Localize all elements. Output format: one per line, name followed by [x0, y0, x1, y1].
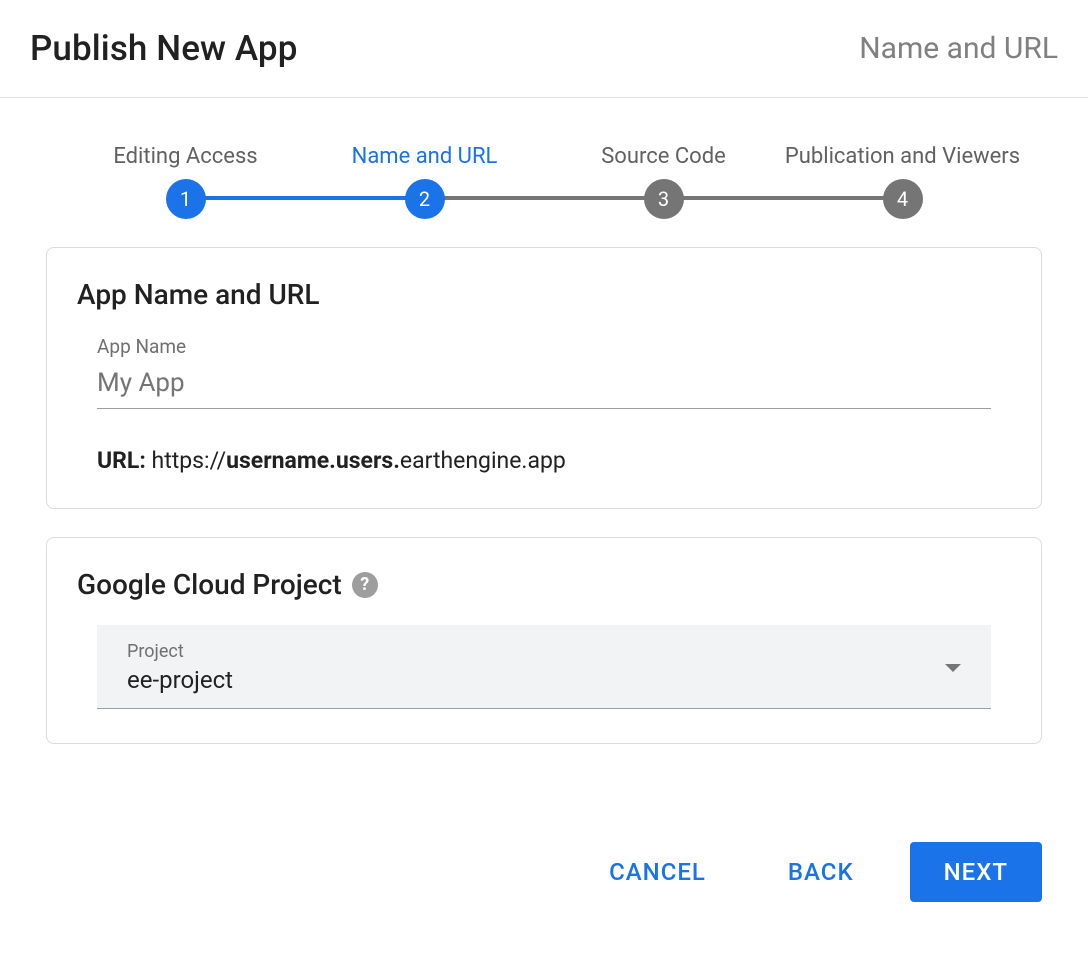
dialog-title: Publish New App: [30, 28, 297, 69]
dropdown-icon: [945, 664, 961, 672]
url-prefix: https://: [152, 447, 227, 474]
dialog-content: Editing Access 1 Name and URL 2 Source C…: [0, 98, 1088, 792]
step-publication-viewers[interactable]: Publication and Viewers 4: [783, 144, 1022, 219]
card-google-cloud-project: Google Cloud Project ? Project ee-projec…: [46, 537, 1042, 744]
card-title: Google Cloud Project: [77, 568, 342, 601]
project-select[interactable]: Project ee-project: [97, 625, 991, 709]
dialog-step-name: Name and URL: [859, 31, 1058, 66]
dialog-header: Publish New App Name and URL: [0, 0, 1088, 98]
step-name-url[interactable]: Name and URL 2: [305, 144, 544, 219]
step-label: Name and URL: [352, 144, 498, 169]
dialog-actions: CANCEL BACK NEXT: [0, 792, 1088, 902]
cancel-button[interactable]: CANCEL: [583, 842, 732, 902]
step-editing-access[interactable]: Editing Access 1: [66, 144, 305, 219]
stepper: Editing Access 1 Name and URL 2 Source C…: [46, 144, 1042, 219]
url-label: URL:: [97, 447, 146, 474]
step-circle: 4: [883, 179, 923, 219]
url-suffix: earthengine.app: [400, 447, 566, 474]
step-circle: 1: [166, 179, 206, 219]
card-title: App Name and URL: [77, 278, 320, 311]
project-select-value: ee-project: [127, 666, 233, 694]
step-label: Publication and Viewers: [785, 144, 1020, 169]
step-source-code[interactable]: Source Code 3: [544, 144, 783, 219]
step-circle: 3: [644, 179, 684, 219]
url-display: URL: https://username.users.earthengine.…: [97, 447, 991, 474]
project-select-label: Project: [127, 641, 233, 662]
step-label: Source Code: [601, 144, 726, 169]
stepper-connector: [185, 196, 424, 200]
card-app-name-url: App Name and URL App Name URL: https://u…: [46, 247, 1042, 509]
help-icon[interactable]: ?: [352, 572, 378, 598]
stepper-connector: [664, 196, 903, 200]
step-label: Editing Access: [113, 144, 257, 169]
url-username: username.users.: [226, 447, 400, 474]
next-button[interactable]: NEXT: [910, 842, 1042, 902]
app-name-input[interactable]: [97, 364, 991, 409]
back-button[interactable]: BACK: [762, 842, 880, 902]
app-name-label: App Name: [97, 335, 991, 358]
stepper-connector: [424, 196, 663, 200]
step-circle: 2: [405, 179, 445, 219]
